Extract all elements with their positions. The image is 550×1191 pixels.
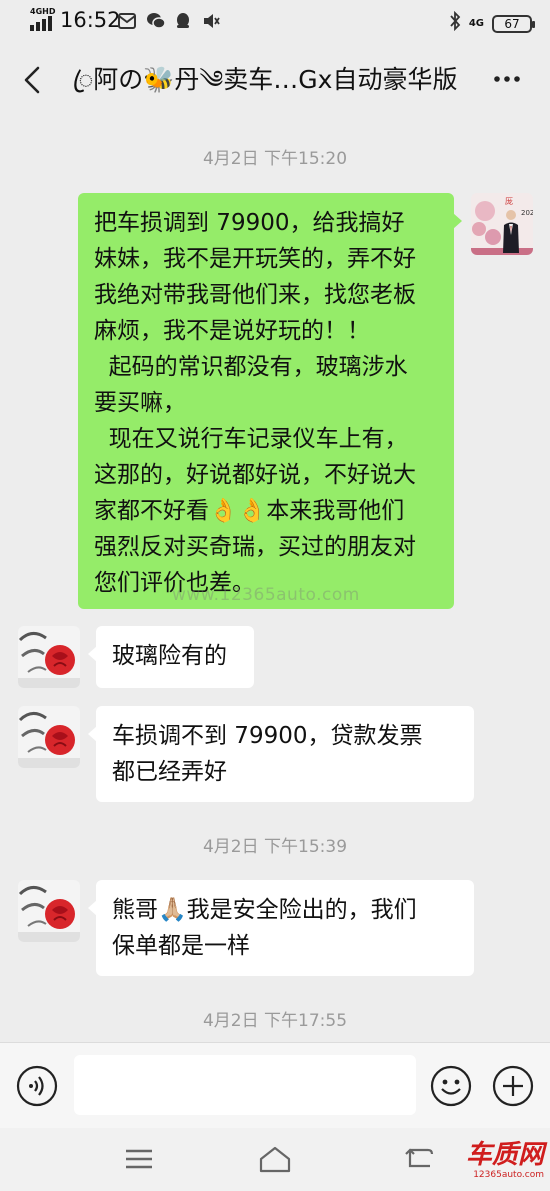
incoming-message-bubble[interactable]: 车损调不到 79900，贷款发票 都已经弄好 [88,706,474,802]
voice-icon [16,1065,58,1107]
self-avatar[interactable]: 厐 202 [471,193,533,255]
more-dots-icon [494,76,520,82]
watermark-text: www.12365auto.com [172,585,360,605]
message-text: 把车损调到 79900，给我搞好 妹妹，我不是开玩笑的，弄不好 我绝对带我哥他们… [94,210,416,596]
svg-text:202: 202 [521,209,533,217]
qq-icon [174,11,192,29]
message-input[interactable] [74,1055,416,1115]
site-logo-watermark: 车质网 12365auto.com [448,1141,544,1187]
chat-message-list[interactable]: 4月2日 下午15:20 把车损调到 79900，给我搞好 妹妹，我不是开玩笑的… [0,116,550,1042]
incoming-message-bubble[interactable]: 熊哥🙏🏼我是安全险出的，我们 保单都是一样 [88,880,474,976]
system-navigation-bar: 车质网 12365auto.com [0,1128,550,1191]
back-nav-button[interactable] [402,1144,436,1174]
status-bar: 4GHD 16:52 4G 67 [0,0,550,44]
chat-header: ꦿ阿の🐝丹༄卖车…Gx自动豪华版 [0,44,550,116]
home-button[interactable] [258,1144,292,1174]
return-icon [405,1148,434,1168]
menu-button[interactable] [122,1144,156,1174]
home-icon [259,1146,291,1173]
chat-input-bar [0,1042,550,1128]
battery-icon: 67 [492,14,535,33]
more-options-button[interactable] [492,64,522,94]
chevron-left-icon [24,66,40,94]
message-icon [118,11,136,29]
voice-input-button[interactable] [16,1065,58,1107]
timestamp: 4月2日 下午15:39 [202,837,348,857]
battery-level: 67 [504,16,520,31]
rose-avatar-image [18,626,80,688]
contact-avatar[interactable] [18,626,80,688]
network-type-label: 4GHD [30,7,56,16]
message-text: 玻璃险有的 [112,643,227,669]
emoji-button[interactable] [430,1065,472,1107]
emoji-icon [430,1065,472,1107]
plus-icon [492,1065,534,1107]
rose-avatar-image [18,880,80,942]
status-time: 16:52 [60,8,121,32]
incoming-message-bubble[interactable]: 玻璃险有的 [88,626,254,688]
logo-url: 12365auto.com [473,1170,544,1180]
outgoing-message-bubble[interactable]: 把车损调到 79900，给我搞好 妹妹，我不是开玩笑的，弄不好 我绝对带我哥他们… [78,193,462,609]
menu-icon [126,1149,152,1169]
timestamp: 4月2日 下午17:55 [202,1011,348,1031]
message-text: 车损调不到 79900，贷款发票 都已经弄好 [112,723,423,785]
wechat-icon [146,11,166,29]
logo-text: 车质网 [465,1140,544,1170]
contact-avatar[interactable] [18,706,80,768]
bluetooth-icon [449,10,461,36]
rose-avatar-image [18,706,80,768]
mobile-network-label: 4G [468,18,484,29]
message-text: 熊哥🙏🏼我是安全险出的，我们 保单都是一样 [112,897,417,959]
more-functions-button[interactable] [492,1065,534,1107]
timestamp: 4月2日 下午15:20 [202,149,348,169]
mute-icon [202,11,220,29]
signal-icon: 4GHD [30,7,56,31]
contact-avatar[interactable] [18,880,80,942]
chat-title: ꦿ阿の🐝丹༄卖车…Gx自动豪华版 [72,65,458,94]
svg-text:厐: 厐 [505,197,513,206]
back-button[interactable] [16,62,50,98]
